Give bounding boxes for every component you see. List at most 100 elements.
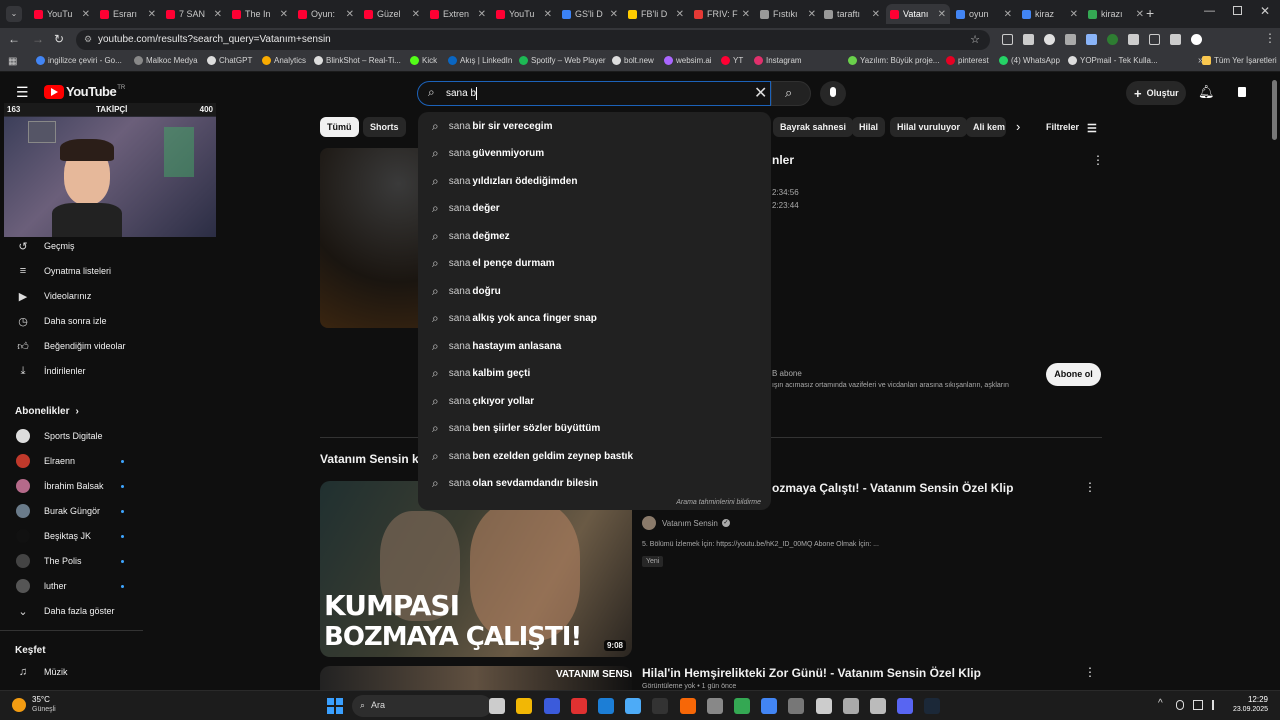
bookmark-link[interactable]: Spotify – Web Player [519,56,606,65]
bookmark-link[interactable]: BlinkShot – Real-Ti... [314,56,401,65]
more-actions-icon[interactable]: ⋮ [1092,153,1104,167]
taskbar-search[interactable]: ⌕ Ara [352,695,492,717]
search-input[interactable]: sana b [446,88,476,99]
search-suggestion[interactable]: ⌕ sana çıkıyor yollar [432,391,534,411]
tab-close-icon[interactable]: ✕ [808,9,816,20]
subscription-item[interactable]: Sports Digitale [16,427,103,445]
browser-tab[interactable]: YouTu ✕ [492,4,556,24]
taskbar-app-icon[interactable] [788,698,805,714]
report-predictions-link[interactable]: Arama tahminlerini bildirme [676,499,761,506]
bookmark-link[interactable]: YOPmail - Tek Kulla... [1068,56,1158,65]
search-suggestion[interactable]: ⌕ sana yıldızları ödediğimden [432,171,577,191]
extensions-icon[interactable] [1002,34,1202,46]
sidebar-item-history[interactable]: ↺ Geçmiş [16,237,74,255]
search-suggestion[interactable]: ⌕ sana doğru [432,281,501,301]
tray-chevron-icon[interactable]: ^ [1158,698,1163,709]
start-button[interactable] [327,698,343,714]
search-suggestion[interactable]: ⌕ sana olan sevdamdandır bilesin [432,474,598,494]
taskbar-app-icon[interactable] [842,698,859,714]
subscription-item[interactable]: The Polis [16,552,82,570]
subscribe-button[interactable]: Abone ol [1046,363,1101,386]
new-tab-button[interactable]: + [1146,5,1154,21]
tab-search-icon[interactable]: ⌄ [6,6,22,22]
taskbar-app-icon[interactable] [516,698,533,714]
taskbar-app-icon[interactable] [734,698,750,714]
bookmark-link[interactable]: ingilizce çeviri - Go... [36,56,122,65]
tab-close-icon[interactable]: ✕ [1136,9,1144,20]
account-avatar[interactable] [1238,87,1246,97]
taskbar-app-icon[interactable] [570,698,587,714]
browser-tab[interactable]: GS'li D ✕ [558,4,622,24]
browser-tab[interactable]: 7 SAN ✕ [162,4,226,24]
taskbar-app-icon[interactable] [870,698,886,714]
weather-icon[interactable] [12,698,26,712]
search-button[interactable]: ⌕ [771,81,811,106]
bookmark-link[interactable]: websim.ai [664,56,712,65]
browser-tab[interactable]: FB'li D ✕ [624,4,688,24]
search-suggestion[interactable]: ⌕ sana değmez [432,226,510,246]
hamburger-menu-icon[interactable]: ☰ [16,84,29,101]
browser-tab[interactable]: taraftı ✕ [820,4,884,24]
browser-tab[interactable]: oyun ✕ [952,4,1016,24]
subscription-item[interactable]: Elraenn [16,452,75,470]
browser-tab[interactable]: Fıstıkı ✕ [756,4,820,24]
tab-close-icon[interactable]: ✕ [82,9,90,20]
taskbar-app-icon[interactable] [598,698,614,714]
tab-close-icon[interactable]: ✕ [280,9,288,20]
search-suggestion[interactable]: ⌕ sana bir sir verecegim [432,116,552,136]
bookmark-link[interactable]: Yazılım: Büyük proje... [848,56,939,65]
search-suggestion[interactable]: ⌕ sana alkış yok anca finger snap [432,309,597,329]
minimize-button[interactable]: — [1204,5,1215,17]
apps-grid-icon[interactable]: ▦ [8,56,17,67]
taskbar-app-icon[interactable] [897,698,914,714]
browser-tab[interactable]: kirazı ✕ [1084,4,1148,24]
bookmark-link[interactable]: Kick [410,56,437,65]
taskbar-app-icon[interactable] [652,698,669,714]
page-scrollbar[interactable] [1272,80,1277,140]
tab-close-icon[interactable]: ✕ [872,9,880,20]
bookmark-link[interactable]: Malkoc Medya [134,56,198,65]
video-title[interactable]: Hilal'in Hemşirelikteki Zor Günü! - Vata… [642,666,981,680]
search-suggestion[interactable]: ⌕ sana güvenmiyorum [432,144,544,164]
url-field[interactable]: ⚙ youtube.com/results?search_query=Vatan… [76,30,990,50]
sidebar-item-downloads[interactable]: ⤓ İndirilenler [16,362,86,380]
browser-tab[interactable]: The In ✕ [228,4,292,24]
bookmark-link[interactable]: Instagram [754,56,802,65]
taskbar-app-icon[interactable] [489,698,506,714]
tray-icons[interactable] [1176,700,1222,710]
browser-tab[interactable]: FRIV: F ✕ [690,4,754,24]
sidebar-item-your-videos[interactable]: ▶ Videolarınız [16,287,92,305]
search-suggestion[interactable]: ⌕ sana hastayım anlasana [432,336,561,356]
clear-search-icon[interactable]: ✕ [754,83,767,103]
subscription-item[interactable]: İbrahim Balsak [16,477,104,495]
more-actions-icon[interactable]: ⋮ [1084,665,1096,679]
tab-close-icon[interactable]: ✕ [346,9,354,20]
bookmark-link[interactable]: (4) WhatsApp [999,56,1060,65]
bookmark-link[interactable]: Analytics [262,56,306,65]
channel-thumbnail[interactable] [320,148,418,328]
tab-close-icon[interactable]: ✕ [148,9,156,20]
notifications-bell-icon[interactable]: 🔔︎ [1198,84,1215,100]
taskbar-app-icon[interactable] [625,698,642,714]
chip-hilal-shot[interactable]: Hilal vuruluyor [890,117,968,137]
tab-close-icon[interactable]: ✕ [544,9,552,20]
tab-close-icon[interactable]: ✕ [676,9,684,20]
sidebar-item-watch-later[interactable]: ◷ Daha sonra izle [16,312,106,330]
clock-date[interactable]: 23.09.2025 [1224,706,1268,713]
subscriptions-header[interactable]: Abonelikler › [15,402,79,420]
chip-flag-scene[interactable]: Bayrak sahnesi [773,117,854,137]
forward-icon[interactable]: → [32,32,44,46]
chip-hilal[interactable]: Hilal [852,117,886,137]
sidebar-item-liked-videos[interactable]: 👍︎ Beğendiğim videolar [16,337,125,355]
chip-ali[interactable]: Ali kem [966,117,1006,137]
chips-next-icon[interactable]: › [1016,119,1020,134]
search-suggestion[interactable]: ⌕ sana kalbim geçti [432,364,530,384]
taskbar-app-icon[interactable] [679,698,696,714]
channel-row[interactable]: Vatanım Sensin ✓ [642,516,730,530]
voice-search-button[interactable] [820,81,846,106]
site-info-icon[interactable]: ⚙ [84,34,92,45]
browser-tab[interactable]: Oyun: ✕ [294,4,358,24]
tab-close-icon[interactable]: ✕ [214,9,222,20]
chip-all[interactable]: Tümü [320,117,359,137]
browser-menu-icon[interactable]: ⋮ [1264,31,1276,45]
